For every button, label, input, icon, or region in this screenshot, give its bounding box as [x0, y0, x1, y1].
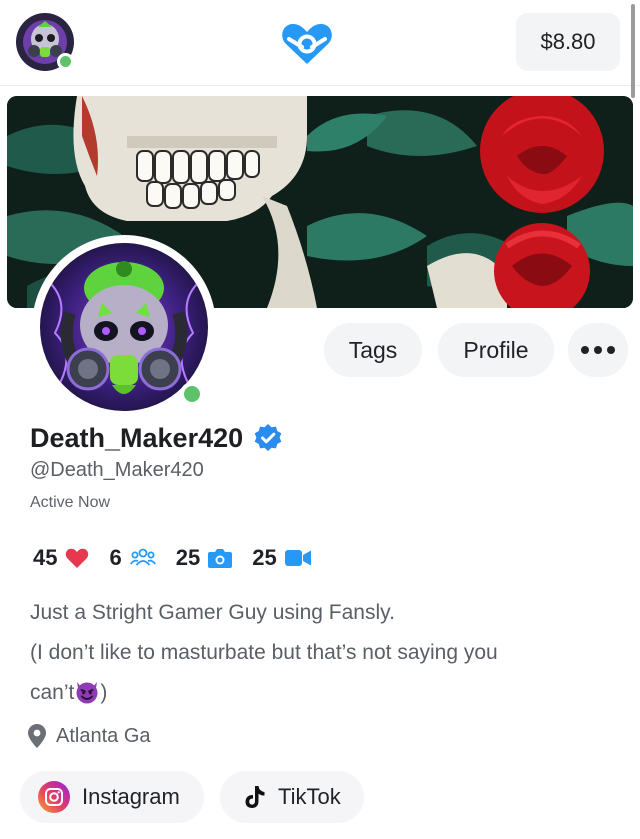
location: Atlanta Ga — [28, 722, 151, 750]
profile-bio: Just a Stright Gamer Guy using Fansly. (… — [30, 593, 615, 713]
online-indicator — [180, 382, 204, 406]
instagram-link[interactable]: Instagram — [20, 771, 204, 823]
online-indicator — [57, 53, 74, 70]
more-icon — [581, 346, 615, 354]
tiktok-label: TikTok — [278, 784, 341, 809]
video-camera-icon — [284, 550, 311, 566]
location-text: Atlanta Ga — [56, 724, 151, 747]
camera-icon — [208, 549, 233, 568]
videos-stat[interactable]: 25 — [252, 545, 311, 571]
verified-badge-icon — [254, 424, 282, 451]
activity-status: Active Now — [30, 494, 111, 511]
bio-text: ) — [100, 681, 108, 704]
name-row: Death_Maker420 — [30, 420, 283, 456]
instagram-icon — [38, 781, 70, 813]
likes-count: 45 — [33, 545, 58, 570]
username-handle: @Death_Maker420 — [30, 459, 204, 481]
heart-icon — [66, 548, 89, 568]
wallet-balance-button[interactable]: $8.80 — [516, 13, 620, 71]
tiktok-icon — [245, 786, 265, 808]
photos-count: 25 — [175, 545, 201, 570]
videos-count: 25 — [252, 545, 277, 570]
bio-text: can’t — [30, 681, 75, 704]
subscribers-stat[interactable]: 6 — [109, 545, 156, 571]
bio-line: (I don’t like to masturbate but that’s n… — [30, 641, 498, 664]
users-icon — [129, 548, 156, 566]
map-pin-icon — [28, 724, 46, 748]
display-name: Death_Maker420 — [30, 422, 244, 453]
subscribers-count: 6 — [109, 545, 122, 570]
bio-line: Just a Stright Gamer Guy using Fansly. — [30, 601, 395, 624]
more-options-button[interactable] — [568, 323, 628, 377]
fansly-logo-icon[interactable] — [280, 20, 334, 66]
profile-stats: 45 6 25 25 — [33, 543, 331, 573]
tags-button[interactable]: Tags — [324, 323, 422, 377]
photos-stat[interactable]: 25 — [175, 545, 233, 571]
instagram-label: Instagram — [82, 784, 180, 809]
top-bar: $8.80 — [0, 0, 640, 86]
scrollbar[interactable] — [631, 4, 635, 98]
likes-stat[interactable]: 45 — [33, 545, 89, 571]
tiktok-link[interactable]: TikTok — [220, 771, 364, 823]
profile-button[interactable]: Profile — [438, 323, 554, 377]
bio-line: can’t ) — [30, 673, 615, 713]
smiling-devil-emoji-icon — [76, 682, 98, 704]
